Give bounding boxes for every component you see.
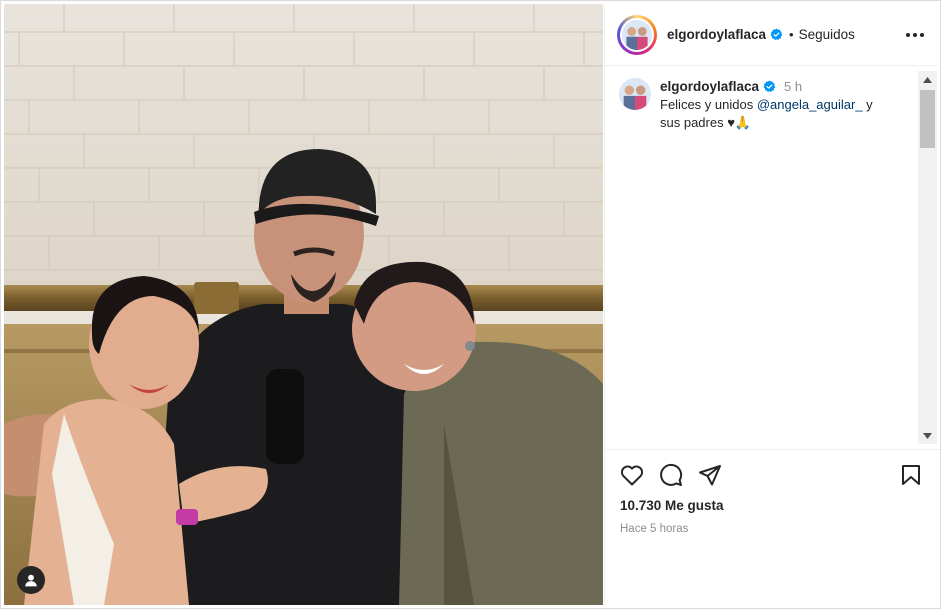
- share-icon: [699, 465, 721, 486]
- share-button[interactable]: [697, 462, 723, 488]
- post-photo[interactable]: [4, 4, 603, 605]
- post-caption: elgordoylaflaca 5 h Felices y unidos @ang…: [605, 66, 939, 132]
- more-options-button[interactable]: [903, 23, 927, 47]
- save-button[interactable]: [898, 462, 924, 488]
- heart-icon: [620, 465, 644, 486]
- header-separator: •: [789, 27, 794, 42]
- photo-image: [4, 4, 603, 605]
- post-timestamp[interactable]: Hace 5 horas: [605, 523, 940, 535]
- account-avatar: [620, 17, 654, 52]
- post-actions-area: 10.730 Me gusta Hace 5 horas: [605, 449, 940, 535]
- scroll-thumb[interactable]: [920, 90, 935, 148]
- caption-mention[interactable]: @angela_aguilar_: [757, 97, 863, 112]
- arrow-down-icon: [923, 432, 932, 439]
- comment-icon: [660, 463, 683, 486]
- caption-avatar[interactable]: [619, 78, 651, 110]
- caption-text-start: Felices y unidos: [660, 97, 757, 112]
- likes-count[interactable]: 10.730 Me gusta: [605, 498, 940, 513]
- verified-badge-icon: [763, 80, 776, 92]
- like-button[interactable]: [619, 462, 645, 488]
- user-tag-icon: [25, 574, 37, 587]
- bookmark-icon: [902, 465, 920, 485]
- verified-badge-icon: [770, 28, 783, 40]
- scroll-up-arrow[interactable]: [918, 71, 937, 88]
- following-button[interactable]: Seguidos: [799, 27, 855, 42]
- caption-time[interactable]: 5 h: [784, 79, 802, 94]
- account-username[interactable]: elgordoylaflaca: [667, 27, 766, 42]
- comments-section: elgordoylaflaca 5 h Felices y unidos @ang…: [605, 66, 939, 448]
- scroll-down-arrow[interactable]: [918, 427, 937, 444]
- comment-button[interactable]: [658, 462, 684, 488]
- caption-body: elgordoylaflaca 5 h Felices y unidos @ang…: [660, 78, 892, 132]
- more-options-icon: [906, 32, 924, 37]
- caption-text: Felices y unidos @angela_aguilar_ y sus …: [660, 96, 892, 132]
- comments-scrollbar[interactable]: [918, 71, 937, 444]
- post-side-panel: elgordoylaflaca • Seguidos elgordoylafla…: [604, 4, 940, 605]
- story-ring[interactable]: [617, 14, 657, 55]
- caption-username[interactable]: elgordoylaflaca: [660, 79, 759, 94]
- post-header: elgordoylaflaca • Seguidos: [605, 4, 939, 66]
- user-tag-button[interactable]: [17, 566, 45, 594]
- action-bar: [605, 450, 940, 500]
- arrow-up-icon: [923, 76, 932, 83]
- post-modal: elgordoylaflaca • Seguidos elgordoylafla…: [0, 0, 941, 609]
